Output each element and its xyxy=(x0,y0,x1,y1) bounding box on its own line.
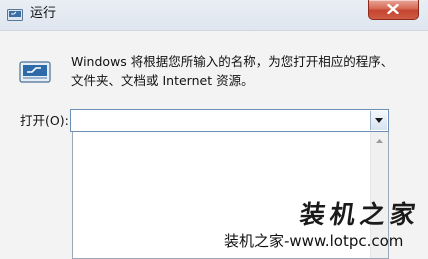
dropdown-button[interactable] xyxy=(370,111,387,130)
title-bar: 运行 xyxy=(0,0,428,31)
description-line-2: 文件夹、文档或 Internet 资源。 xyxy=(71,73,254,88)
run-app-icon xyxy=(7,7,23,21)
close-button[interactable] xyxy=(368,0,419,20)
scroll-up-button[interactable] xyxy=(371,132,388,149)
window-title: 运行 xyxy=(30,6,57,21)
open-combobox[interactable] xyxy=(70,109,389,132)
run-large-icon xyxy=(19,60,51,84)
description-text: Windows 将根据您所输入的名称，为您打开相应的程序、 文件夹、文档或 In… xyxy=(71,52,411,90)
scroll-up-arrow-icon xyxy=(376,139,383,143)
watermark-logo: 装机之家 xyxy=(298,200,423,229)
chevron-down-icon xyxy=(375,118,383,123)
open-label: 打开(O): xyxy=(20,113,69,128)
description-line-1: Windows 将根据您所输入的名称，为您打开相应的程序、 xyxy=(71,54,394,69)
close-x-icon xyxy=(387,4,399,14)
watermark-url: 装机之家-www.lotpc.com xyxy=(224,232,404,250)
